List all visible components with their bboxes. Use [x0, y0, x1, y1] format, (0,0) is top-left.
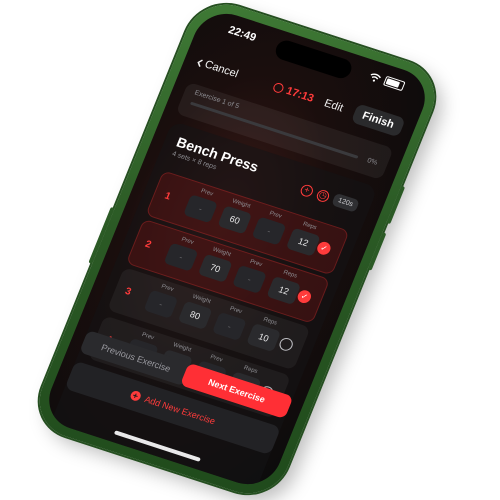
reps-input[interactable]: 12 — [285, 227, 321, 257]
progress-fill — [189, 101, 192, 105]
set-number: 1 — [162, 190, 173, 203]
rest-badge[interactable]: 120s — [331, 192, 360, 213]
status-time: 22:49 — [226, 24, 258, 44]
workout-timer: 17:13 — [271, 81, 316, 105]
stage: 22:49 Cancel 17:13 Edit Finish Exercise … — [0, 0, 500, 500]
stopwatch-icon — [271, 81, 285, 94]
cancel-label: Cancel — [202, 58, 241, 81]
prev-reps-field: - — [251, 216, 287, 246]
cancel-button[interactable]: Cancel — [194, 56, 241, 81]
weight-input-group: Weight 60 — [217, 197, 255, 235]
wifi-icon — [370, 73, 382, 82]
weight-input[interactable]: 80 — [177, 300, 213, 330]
weight-input[interactable]: 60 — [217, 205, 253, 235]
weight-input-group: Weight 80 — [177, 292, 216, 330]
rest-timer-button[interactable]: ◷ — [315, 188, 331, 203]
exercise-actions: + ◷ 120s — [298, 182, 360, 213]
prev-reps-field: - — [232, 264, 267, 294]
status-icons — [368, 71, 406, 92]
reps-input[interactable]: 10 — [246, 323, 282, 353]
prev-weight-field-group: Prev- — [183, 186, 221, 224]
edit-button[interactable]: Edit — [322, 97, 345, 114]
prev-weight-field: - — [163, 242, 199, 272]
battery-icon — [382, 75, 406, 92]
set-number: 2 — [143, 238, 153, 251]
prev-weight-field-group: Prev- — [163, 234, 202, 272]
plus-circle-icon: + — [128, 389, 143, 402]
finish-button[interactable]: Finish — [350, 103, 406, 138]
prev-weight-field: - — [143, 289, 179, 319]
reps-input[interactable]: 12 — [266, 275, 302, 306]
timer-value: 17:13 — [284, 84, 316, 105]
add-set-button[interactable]: + — [298, 182, 315, 198]
set-number: 3 — [123, 285, 133, 298]
progress-percent: 0% — [366, 157, 379, 167]
prev-weight-field: - — [183, 194, 218, 224]
prev-reps-field-group: Prev- — [251, 208, 290, 246]
prev-weight-field-group: Prev- — [143, 281, 181, 319]
empty-circle-icon[interactable] — [277, 336, 295, 353]
weight-input[interactable]: 70 — [197, 253, 233, 283]
weight-input-group: Weight 70 — [197, 245, 236, 283]
prev-reps-field-group: Prev- — [211, 304, 250, 341]
plus-icon: + — [302, 184, 312, 196]
timer-icon: ◷ — [317, 189, 329, 201]
prev-reps-field: - — [211, 311, 247, 341]
prev-reps-field-group: Prev- — [232, 256, 270, 294]
phone: 22:49 Cancel 17:13 Edit Finish Exercise … — [27, 0, 447, 500]
